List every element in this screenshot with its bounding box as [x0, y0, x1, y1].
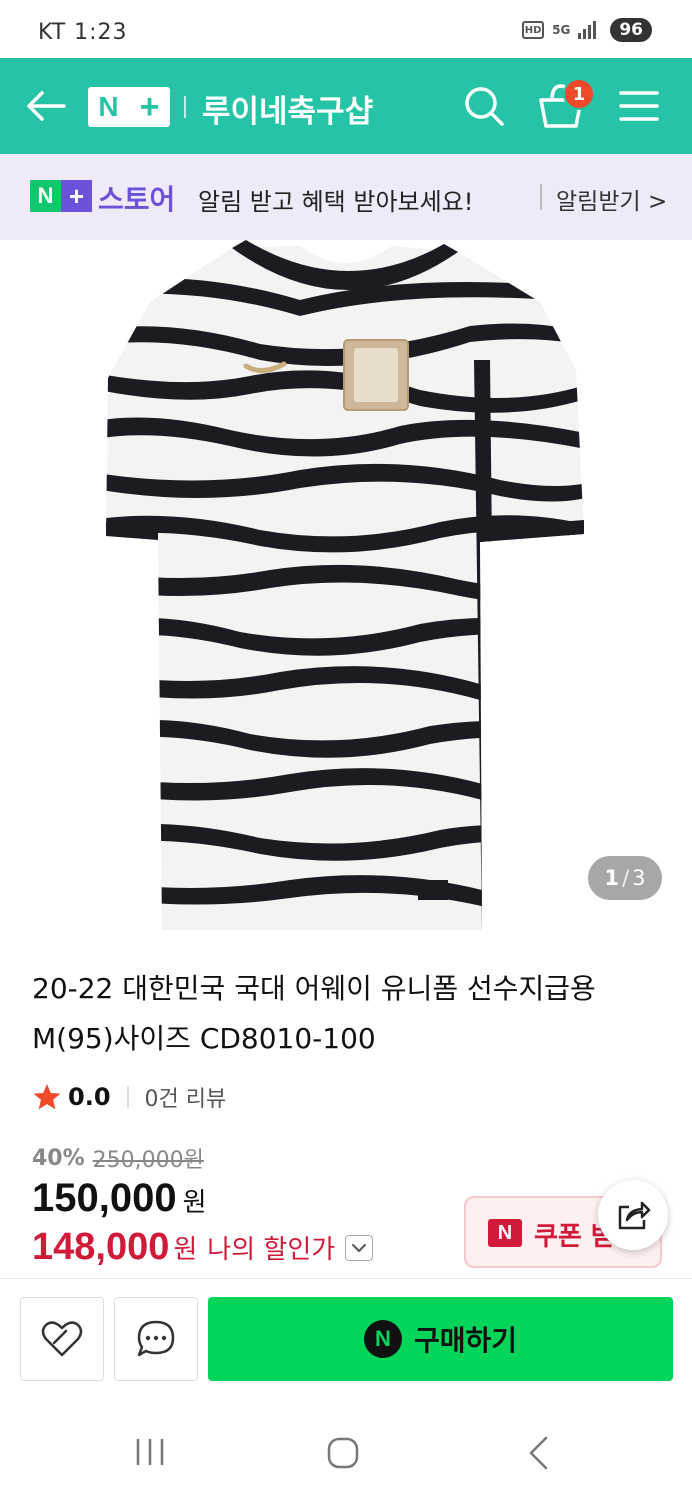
- system-nav-bar: [0, 1396, 692, 1500]
- battery-badge: 96: [610, 18, 652, 42]
- network-5g-icon: 5G: [552, 23, 571, 37]
- my-discount-price-unit: 원: [173, 1235, 198, 1265]
- banner-logo-n: N: [30, 180, 61, 212]
- home-icon[interactable]: [326, 1436, 360, 1470]
- banner-divider: [540, 184, 542, 210]
- discount-row: 40% 250,000원: [32, 1142, 204, 1174]
- buy-n-icon: N: [363, 1320, 402, 1358]
- my-discount-price: 148,000: [32, 1226, 170, 1268]
- recents-icon[interactable]: [132, 1438, 168, 1466]
- menu-icon[interactable]: [618, 88, 660, 124]
- bottom-action-bar: N 구매하기: [0, 1278, 692, 1396]
- rating-value: 0.0: [68, 1083, 111, 1111]
- chevron-down-icon[interactable]: [345, 1234, 374, 1261]
- talktalk-button[interactable]: [114, 1297, 198, 1381]
- cart-count-badge: 1: [563, 78, 595, 110]
- wishlist-button[interactable]: [20, 1297, 104, 1381]
- back-icon[interactable]: [524, 1434, 552, 1472]
- signal-icon: [578, 21, 597, 39]
- chat-bubble-icon: [137, 1320, 175, 1357]
- share-icon: [618, 1201, 651, 1230]
- product-title: 20-22 대한민국 국대 어웨이 유니폼 선수지급용 M(95)사이즈 CD8…: [32, 964, 662, 1064]
- store-name[interactable]: 루이네축구샵: [202, 86, 373, 131]
- page-current: 1: [604, 866, 620, 890]
- page-total: 3: [632, 866, 646, 890]
- page-separator: /: [622, 866, 630, 890]
- product-title-line2: M(95)사이즈 CD8010-100: [32, 1022, 376, 1055]
- banner-store-label: 스토어: [98, 183, 176, 216]
- status-icons: HD 5G 96: [522, 18, 652, 42]
- review-count[interactable]: 0건 리뷰: [145, 1081, 227, 1113]
- jersey-image: [106, 240, 584, 930]
- share-button[interactable]: [598, 1180, 668, 1250]
- sale-price-unit: 원: [182, 1188, 207, 1218]
- heart-icon: [41, 1321, 83, 1357]
- search-icon[interactable]: [462, 84, 506, 128]
- nplus-logo-n: N: [98, 91, 119, 122]
- banner-message: 알림 받고 혜택 받아보세요!: [198, 188, 474, 216]
- notify-me-button[interactable]: 알림받기 >: [556, 182, 667, 216]
- hd-icon: HD: [522, 21, 545, 39]
- price-row: 150,000 원: [32, 1176, 207, 1221]
- discount-rate: 40%: [32, 1145, 85, 1171]
- nplus-logo[interactable]: N +: [88, 87, 170, 127]
- back-arrow-icon[interactable]: [24, 86, 68, 126]
- image-page-indicator: 1 / 3: [588, 856, 662, 900]
- header-divider: [184, 96, 186, 118]
- status-bar: KT 1:23 HD 5G 96: [0, 0, 692, 60]
- product-image-carousel[interactable]: [0, 240, 692, 930]
- nplus-logo-plus: +: [139, 87, 160, 126]
- sale-price: 150,000: [32, 1176, 177, 1220]
- store-header: N + 루이네축구샵 1: [0, 58, 692, 154]
- buy-button-label: 구매하기: [413, 1324, 518, 1357]
- carrier-time: KT 1:23: [38, 20, 128, 45]
- my-discount-price-label: 나의 할인가: [207, 1235, 336, 1265]
- nplus-store-logo: N +: [30, 180, 92, 212]
- my-discount-price-row[interactable]: 148,000 원 나의 할인가: [32, 1226, 374, 1269]
- notification-banner[interactable]: N + 스토어 알림 받고 혜택 받아보세요! 알림받기 >: [0, 154, 692, 240]
- star-icon: [33, 1084, 61, 1110]
- original-price: 250,000원: [92, 1148, 204, 1173]
- rating-divider: [126, 1086, 129, 1108]
- product-title-line1: 20-22 대한민국 국대 어웨이 유니폼 선수지급용: [32, 972, 596, 1005]
- buy-button[interactable]: N 구매하기: [208, 1297, 673, 1381]
- coupon-n-icon: N: [488, 1219, 522, 1247]
- banner-logo-plus: +: [61, 180, 92, 212]
- rating-row[interactable]: 0.0 0건 리뷰: [32, 1080, 226, 1114]
